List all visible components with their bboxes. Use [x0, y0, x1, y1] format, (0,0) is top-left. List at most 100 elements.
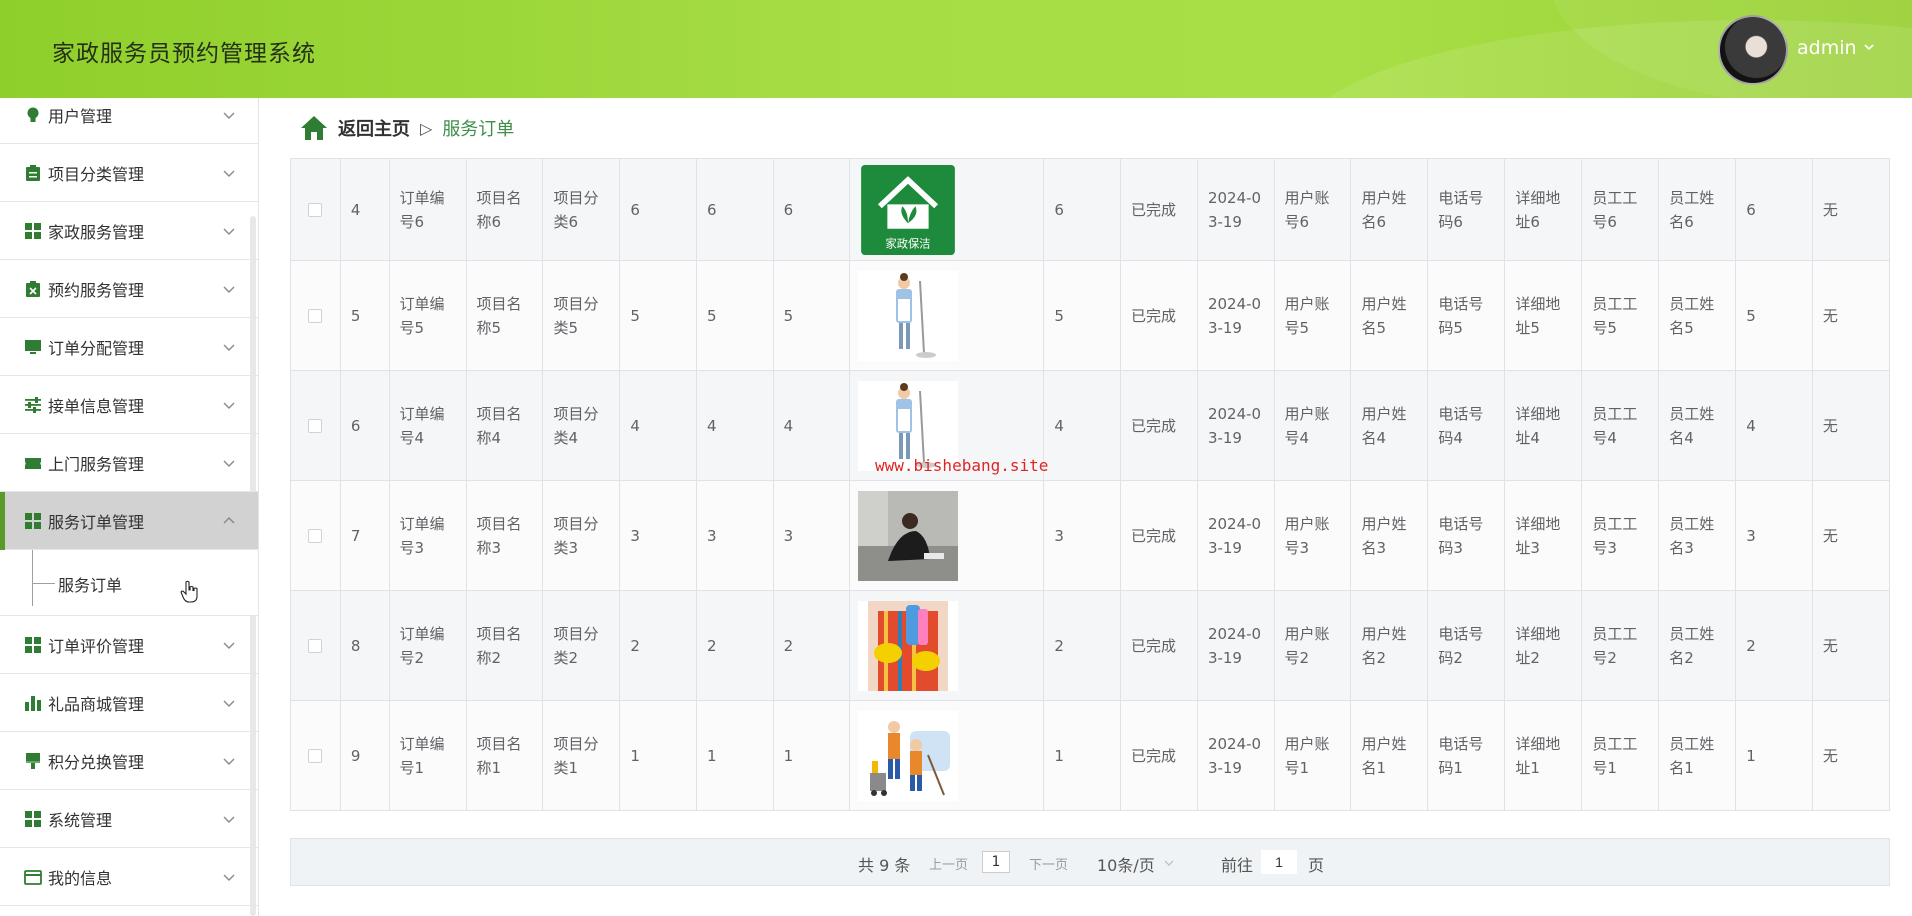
value-cell: 3 — [1043, 480, 1121, 591]
sidebar-item-label: 用户管理 — [48, 106, 113, 126]
user-account-cell: 用户账号3 — [1273, 480, 1352, 591]
value-cell: 6 — [772, 158, 851, 261]
address-cell: 详细地址4 — [1504, 370, 1583, 481]
watermark-text: www.bishebang.site — [875, 456, 1049, 475]
clipboard-icon — [26, 164, 40, 181]
value-cell: 6 — [1043, 158, 1121, 261]
sidebar-item-order-assignment[interactable]: 订单分配管理 — [0, 318, 258, 376]
sidebar-item-system-management[interactable]: 系统管理 — [0, 790, 258, 848]
row-index: 5 — [339, 260, 390, 371]
house-logo-text: 家政保洁 — [886, 236, 931, 250]
row-checkbox[interactable] — [308, 308, 323, 323]
truncated-cell: 无 — [1811, 158, 1890, 261]
user-name-cell: 用户姓名2 — [1350, 590, 1429, 701]
table-row[interactable]: 4 订单编号6 项目名称6 项目分类6 6 6 6 家政保洁 6 已完成 2024-03-19 用户账… — [290, 158, 1890, 261]
sidebar-item-gift-mall[interactable]: 礼品商城管理 — [0, 674, 258, 732]
sidebar-item-user-management[interactable]: 用户管理 — [0, 86, 258, 144]
truncated-cell: 无 — [1811, 480, 1890, 591]
clipboard-x-icon — [26, 280, 40, 297]
address-cell: 详细地址2 — [1504, 590, 1583, 701]
value-cell: 2 — [1043, 590, 1121, 701]
value-cell: 1 — [619, 700, 697, 811]
chevron-down-icon — [223, 460, 235, 467]
order-number-cell: 订单编号4 — [388, 370, 467, 481]
table-row[interactable]: 6 订单编号4 项目名称4 项目分类4 4 4 4 4 已完成 2024-03-19 用户账号4 用户… — [290, 370, 1890, 481]
row-checkbox[interactable] — [308, 528, 323, 543]
user-menu-name[interactable]: admin — [1797, 37, 1857, 59]
value-cell: 1 — [1043, 700, 1121, 811]
top-header: 家政服务员预约管理系统 admin — [0, 0, 1912, 98]
date-cell: 2024-03-19 — [1196, 158, 1275, 261]
date-cell: 2024-03-19 — [1196, 700, 1275, 811]
project-name-cell: 项目名称6 — [465, 158, 544, 261]
table-row[interactable]: 9 订单编号1 项目名称1 项目分类1 1 1 1 1 已完成 2024-03-19 用户账号1 用户… — [290, 700, 1890, 811]
value-cell: 1 — [772, 700, 851, 811]
employee-name-cell: 员工姓名3 — [1658, 480, 1737, 591]
home-icon[interactable] — [300, 115, 328, 141]
row-index: 9 — [339, 700, 390, 811]
project-category-cell: 项目分类3 — [542, 480, 621, 591]
value-cell: 4 — [619, 370, 697, 481]
sidebar-item-review-management[interactable]: 订单评价管理 — [0, 616, 258, 674]
row-index: 4 — [339, 158, 390, 261]
checkbox-cell — [290, 158, 341, 261]
sidebar-item-my-info[interactable]: 我的信息 — [0, 848, 258, 906]
value-cell: 5 — [619, 260, 697, 371]
date-cell: 2024-03-19 — [1196, 260, 1275, 371]
value-cell: 5 — [772, 260, 851, 371]
avatar[interactable] — [1718, 15, 1788, 85]
checkbox-cell — [290, 480, 341, 591]
goto-label: 前往 — [1221, 856, 1254, 875]
table-row[interactable]: 7 订单编号3 项目名称3 项目分类3 3 3 3 3 已完成 2024-03-19 用户账号3 用户… — [290, 480, 1890, 591]
order-number-cell: 订单编号6 — [388, 158, 467, 261]
sidebar-item-booking-management[interactable]: 预约服务管理 — [0, 260, 258, 318]
value-cell: 3 — [772, 480, 851, 591]
row-checkbox[interactable] — [308, 748, 323, 763]
chevron-down-icon — [223, 286, 235, 293]
sidebar-item-points-exchange[interactable]: 积分兑换管理 — [0, 732, 258, 790]
row-checkbox[interactable] — [308, 418, 323, 433]
employee-id-cell: 员工工号1 — [1581, 700, 1660, 811]
bulb-icon — [27, 107, 39, 122]
user-account-cell: 用户账号6 — [1273, 158, 1352, 261]
table-row[interactable]: 5 订单编号5 项目名称5 项目分类5 5 5 5 5 已完成 2024-03-19 用户账号5 用户… — [290, 260, 1890, 371]
chevron-down-icon[interactable] — [1164, 858, 1174, 868]
page-size-select[interactable]: 10条/页 — [1097, 852, 1155, 876]
goto-page-input[interactable] — [1261, 850, 1297, 874]
sidebar-item-label: 接单信息管理 — [48, 396, 145, 416]
value-cell: 5 — [1043, 260, 1121, 371]
sidebar-item-label: 礼品商城管理 — [48, 694, 145, 714]
user-name-cell: 用户姓名5 — [1350, 260, 1429, 371]
table-row[interactable]: 8 订单编号2 项目名称2 项目分类2 2 2 2 2 已完成 2024-03-19 用户账号2 用户… — [290, 590, 1890, 701]
breadcrumb: 返回主页 ▷ 服务订单 — [300, 112, 514, 144]
tree-line — [32, 550, 33, 606]
prev-page-button[interactable]: 上一页 — [929, 854, 968, 873]
project-category-cell: 项目分类1 — [542, 700, 621, 811]
submenu-service-order[interactable]: 服务订单 — [0, 550, 258, 616]
breadcrumb-separator: ▷ — [420, 118, 433, 138]
hand-cursor-icon — [180, 580, 198, 603]
orders-table-container[interactable]: 4 订单编号6 项目名称6 项目分类6 6 6 6 家政保洁 6 已完成 2024-03-19 用户账… — [290, 158, 1890, 816]
page-number-button[interactable]: 1 — [982, 851, 1010, 873]
employee-name-cell: 员工姓名2 — [1658, 590, 1737, 701]
employee-id-cell: 员工工号4 — [1581, 370, 1660, 481]
sidebar-item-home-service[interactable]: 上门服务管理 — [0, 434, 258, 492]
next-page-button[interactable]: 下一页 — [1029, 854, 1068, 873]
user-name-cell: 用户姓名4 — [1350, 370, 1429, 481]
status-cell: 已完成 — [1119, 590, 1198, 701]
sidebar-item-label: 家政服务管理 — [48, 222, 145, 242]
sidebar-item-service-order[interactable]: 服务订单管理 — [0, 492, 258, 550]
chevron-down-icon[interactable] — [1862, 40, 1876, 54]
row-checkbox[interactable] — [308, 638, 323, 653]
sidebar-item-order-taking[interactable]: 接单信息管理 — [0, 376, 258, 434]
value-cell: 4 — [1043, 370, 1121, 481]
cleaning-team-illustration — [858, 710, 959, 801]
breadcrumb-home-link[interactable]: 返回主页 — [338, 115, 410, 141]
sidebar-item-housekeeping-management[interactable]: 家政服务管理 — [0, 202, 258, 260]
sidebar-item-category-management[interactable]: 项目分类管理 — [0, 144, 258, 202]
grid-icon — [25, 512, 41, 529]
row-checkbox[interactable] — [308, 202, 323, 217]
project-category-cell: 项目分类6 — [542, 158, 621, 261]
value-cell: 4 — [772, 370, 851, 481]
value-cell: 2 — [619, 590, 697, 701]
